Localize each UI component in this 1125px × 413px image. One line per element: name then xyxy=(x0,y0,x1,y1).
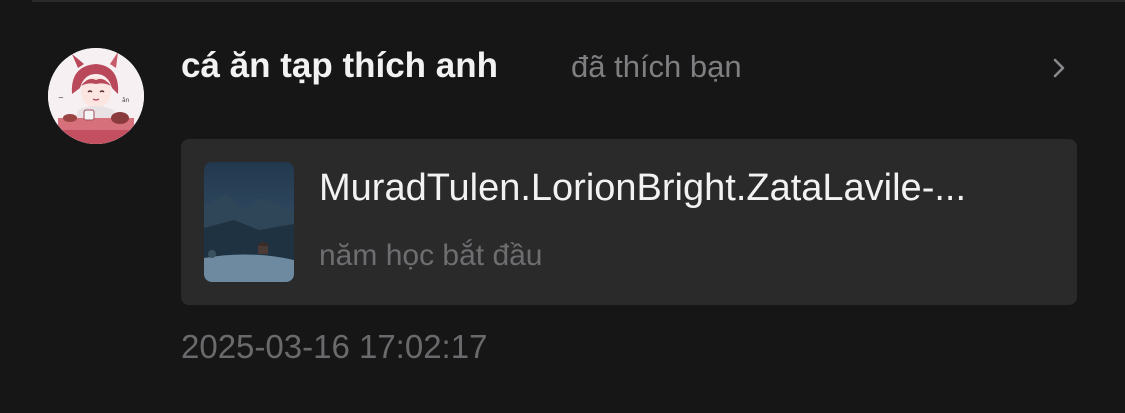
svg-text:~: ~ xyxy=(58,94,64,102)
user-avatar[interactable]: ~ ăn xyxy=(48,48,144,144)
card-subtitle: năm học bắt đầu xyxy=(319,239,543,272)
anime-character-avatar-icon: ~ ăn xyxy=(48,48,144,144)
svg-text:ăn: ăn xyxy=(122,97,130,104)
action-text: đã thích bạn xyxy=(571,49,742,84)
chevron-right-icon[interactable] xyxy=(1046,55,1072,81)
night-landscape-thumbnail xyxy=(204,162,294,282)
timestamp: 2025-03-16 17:02:17 xyxy=(181,328,488,365)
user-name[interactable]: cá ăn tạp thích anh xyxy=(181,44,498,88)
card-title: MuradTulen.LorionBright.ZataLavile-... xyxy=(319,167,967,209)
like-notification-item[interactable]: ~ ăn cá ăn tạp thích anh đã thích bạn Mu… xyxy=(0,0,1125,413)
liked-content-card[interactable]: MuradTulen.LorionBright.ZataLavile-... n… xyxy=(181,139,1077,305)
